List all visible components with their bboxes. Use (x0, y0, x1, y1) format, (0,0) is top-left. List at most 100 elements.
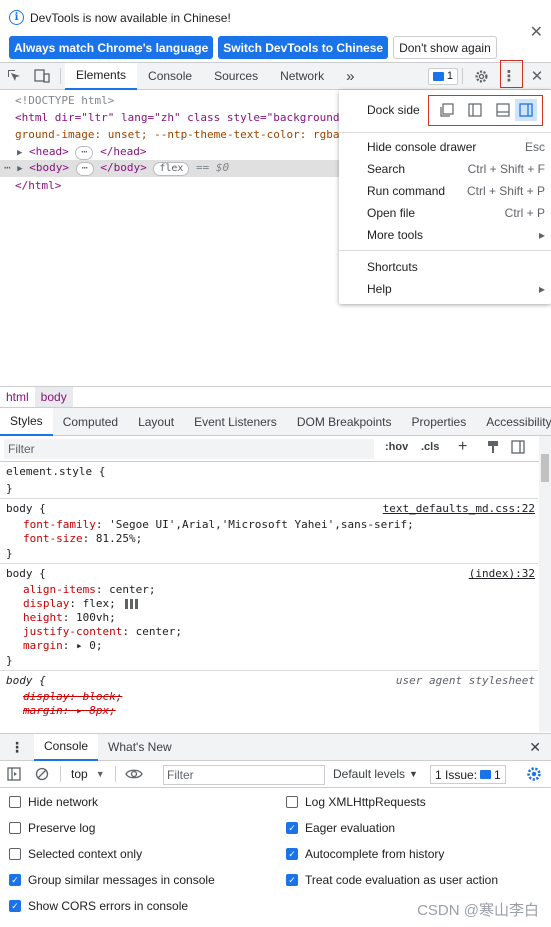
class-toggle-button[interactable]: .cls (421, 441, 439, 453)
menu-divider (339, 250, 551, 251)
tab-layout[interactable]: Layout (128, 408, 184, 436)
tab-console[interactable]: Console (137, 63, 203, 90)
flex-badge[interactable]: flex (153, 162, 190, 176)
expand-arrow-icon[interactable]: ▶ (17, 148, 22, 158)
dont-show-again-button[interactable]: Don't show again (393, 36, 497, 59)
inspect-element-icon[interactable] (0, 63, 28, 90)
clear-console-icon[interactable] (28, 761, 56, 788)
ellipsis-pill[interactable]: ⋯ (75, 146, 94, 160)
dropdown-arrow-icon: ▼ (409, 769, 418, 779)
checkbox[interactable] (9, 848, 21, 860)
setting-cors-errors[interactable]: ✓ Show CORS errors in console (9, 899, 188, 913)
scrollbar-thumb[interactable] (541, 454, 549, 482)
tab-sources[interactable]: Sources (203, 63, 269, 90)
rule-source: user agent stylesheet (395, 674, 535, 687)
rule-source-link[interactable]: text_defaults_md.css:22 (383, 502, 535, 515)
tab-properties[interactable]: Properties (402, 408, 477, 436)
style-property[interactable]: font-size: 81.25%; (23, 532, 142, 545)
dom-body[interactable]: ⋯ ▶ <body> ⋯ </body> flex == $0 (4, 161, 229, 176)
tab-network[interactable]: Network (269, 63, 335, 90)
tab-whats-new[interactable]: What's New (98, 734, 182, 761)
tab-console-drawer[interactable]: Console (34, 733, 99, 761)
sidebar-toggle-icon[interactable] (0, 761, 28, 788)
menu-item-more-tools[interactable]: More tools ▸ (367, 224, 549, 246)
tab-event-listeners[interactable]: Event Listeners (184, 408, 287, 436)
style-property[interactable]: height: 100vh; (23, 611, 116, 624)
style-property[interactable]: align-items: center; (23, 583, 155, 596)
rule-selector[interactable]: body { (6, 502, 46, 515)
setting-log-xhr[interactable]: Log XMLHttpRequests (286, 795, 426, 809)
menu-item-help[interactable]: Help ▸ (367, 278, 549, 300)
setting-label: Log XMLHttpRequests (305, 795, 426, 809)
style-property[interactable]: margin: ▸ 0; (23, 639, 103, 652)
setting-preserve-log[interactable]: Preserve log (9, 821, 95, 835)
ellipsis-pill[interactable]: ⋯ (75, 162, 94, 176)
rule-selector[interactable]: element.style { (6, 465, 105, 478)
tab-styles[interactable]: Styles (0, 407, 53, 436)
device-toolbar-icon[interactable] (28, 63, 56, 90)
close-drawer-icon[interactable]: ✕ (519, 734, 551, 761)
setting-group-similar[interactable]: ✓ Group similar messages in console (9, 873, 215, 887)
setting-autocomplete[interactable]: ✓ Autocomplete from history (286, 847, 444, 861)
context-selector[interactable]: top ▼ (65, 767, 111, 781)
gear-icon[interactable] (467, 63, 495, 90)
expand-arrow-icon[interactable]: ▶ (17, 164, 22, 174)
menu-item-open-file[interactable]: Open file Ctrl + P (367, 202, 549, 224)
checkbox-checked[interactable]: ✓ (9, 900, 21, 912)
styles-scrollbar[interactable] (539, 436, 551, 732)
row-menu-icon[interactable]: ⋯ (4, 161, 11, 174)
checkbox-checked[interactable]: ✓ (286, 822, 298, 834)
style-property[interactable]: justify-content: center; (23, 625, 182, 638)
drawer-menu-icon[interactable]: ⋮ (0, 734, 34, 761)
checkbox[interactable] (9, 796, 21, 808)
breadcrumb-body[interactable]: body (34, 387, 73, 407)
tab-elements[interactable]: Elements (65, 62, 138, 90)
menu-item-label: Hide console drawer (367, 140, 477, 154)
tab-accessibility[interactable]: Accessibility (476, 408, 551, 436)
setting-selected-context[interactable]: Selected context only (9, 847, 142, 861)
setting-hide-network[interactable]: Hide network (9, 795, 98, 809)
hover-state-button[interactable]: :hov (385, 441, 408, 453)
toolbar-divider (462, 68, 463, 84)
rule-selector[interactable]: body { (6, 567, 46, 580)
setting-eager-evaluation[interactable]: ✓ Eager evaluation (286, 821, 395, 835)
checkbox-checked[interactable]: ✓ (286, 848, 298, 860)
paint-icon[interactable] (487, 440, 499, 457)
toggle-sidebar-icon[interactable] (511, 440, 525, 457)
dom-head[interactable]: ▶ <head> ⋯ </head> (17, 145, 146, 160)
match-language-button[interactable]: Always match Chrome's language (9, 36, 214, 59)
console-settings-icon[interactable] (526, 766, 542, 785)
flex-editor-icon[interactable] (125, 599, 140, 609)
log-levels-value: Default levels (333, 767, 406, 781)
close-icon[interactable]: ✕ (530, 22, 543, 42)
checkbox-checked[interactable]: ✓ (286, 874, 298, 886)
log-levels-dropdown[interactable]: Default levels ▼ (333, 767, 418, 781)
styles-filter-input[interactable]: Filter (4, 439, 374, 459)
dom-html-open[interactable]: <html dir="ltr" lang="zh" class style="b… (15, 111, 340, 124)
style-property[interactable]: font-family: 'Segoe UI',Arial,'Microsoft… (23, 518, 414, 531)
switch-language-button[interactable]: Switch DevTools to Chinese (218, 36, 389, 59)
menu-item-shortcuts[interactable]: Shortcuts (367, 256, 549, 278)
breadcrumb-html[interactable]: html (0, 387, 35, 407)
style-property[interactable]: display: flex; (23, 597, 140, 610)
setting-user-action[interactable]: ✓ Treat code evaluation as user action (286, 873, 498, 887)
close-devtools-icon[interactable]: ✕ (523, 63, 551, 90)
checkbox[interactable] (9, 822, 21, 834)
console-toolbar: top ▼ Filter Default levels ▼ 1 Issue: 1 (0, 761, 551, 788)
add-rule-icon[interactable]: + (458, 438, 467, 456)
issues-badge[interactable]: 1 (427, 67, 458, 85)
more-tabs-button[interactable]: » (335, 63, 365, 90)
tab-computed[interactable]: Computed (53, 408, 128, 436)
rule-source-link[interactable]: (index):32 (469, 567, 535, 580)
tab-dom-breakpoints[interactable]: DOM Breakpoints (287, 408, 402, 436)
menu-item-hide-console[interactable]: Hide console drawer Esc (367, 136, 549, 158)
property-name: height (23, 611, 63, 624)
checkbox-checked[interactable]: ✓ (9, 874, 21, 886)
issues-button[interactable]: 1 Issue: 1 (430, 765, 506, 784)
menu-item-search[interactable]: Search Ctrl + Shift + F (367, 158, 549, 180)
console-filter-input[interactable]: Filter (163, 765, 325, 785)
issues-count: 1 (494, 767, 501, 782)
checkbox[interactable] (286, 796, 298, 808)
eye-icon[interactable] (120, 761, 148, 788)
menu-item-run-command[interactable]: Run command Ctrl + Shift + P (367, 180, 549, 202)
